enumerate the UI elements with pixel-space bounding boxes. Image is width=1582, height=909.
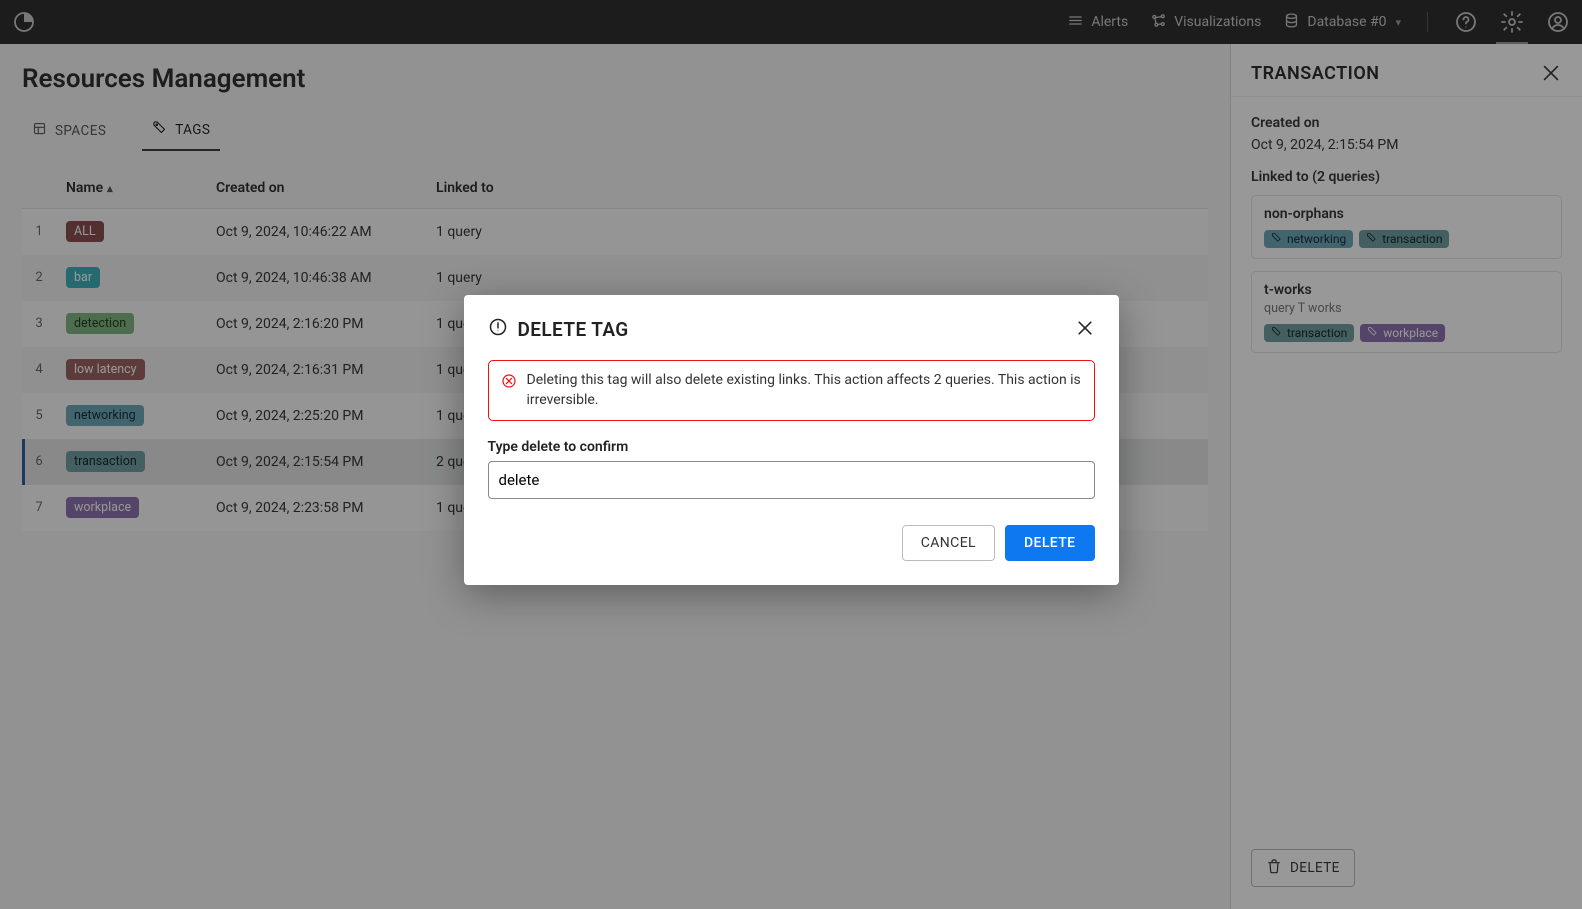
modal-overlay[interactable]: DELETE TAG Deleting this tag will also d… xyxy=(0,0,1582,909)
warning-text: Deleting this tag will also delete exist… xyxy=(527,371,1082,410)
cancel-button[interactable]: CANCEL xyxy=(902,525,995,561)
confirm-delete-button[interactable]: DELETE xyxy=(1005,525,1095,561)
warning-alert: Deleting this tag will also delete exist… xyxy=(488,360,1095,421)
delete-tag-modal: DELETE TAG Deleting this tag will also d… xyxy=(464,295,1119,585)
warning-icon xyxy=(488,317,508,342)
close-icon[interactable] xyxy=(1075,318,1095,342)
modal-title: DELETE TAG xyxy=(518,318,629,341)
confirm-label: Type delete to confirm xyxy=(488,439,1095,455)
confirm-input[interactable] xyxy=(488,461,1095,499)
error-icon xyxy=(501,371,517,396)
